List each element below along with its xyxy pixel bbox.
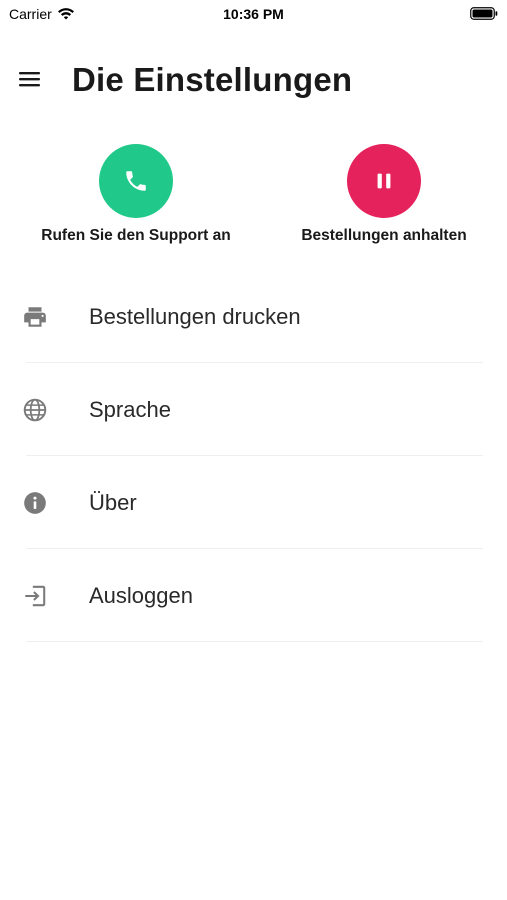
settings-item-label: Sprache xyxy=(89,397,171,422)
globe-icon xyxy=(23,398,47,422)
call-support-label: Rufen Sie den Support an xyxy=(41,227,231,244)
header: Die Einstellungen xyxy=(0,58,507,102)
info-icon xyxy=(24,492,46,514)
battery-icon xyxy=(470,7,498,20)
settings-item-logout[interactable]: Ausloggen xyxy=(0,549,507,642)
logout-icon xyxy=(25,585,46,607)
settings-list: Bestellungen drucken Sprache Über Auslog… xyxy=(0,270,507,642)
settings-item-label: Über xyxy=(89,490,137,515)
settings-item-about[interactable]: Über xyxy=(0,456,507,549)
hamburger-menu-icon[interactable] xyxy=(18,69,42,89)
pause-orders-circle[interactable] xyxy=(347,144,421,218)
pause-orders-label: Bestellungen anhalten xyxy=(301,227,467,244)
status-bar: Carrier 10:36 PM xyxy=(0,0,507,30)
pause-orders-button[interactable]: Bestellungen anhalten xyxy=(264,144,504,245)
settings-item-print-orders[interactable]: Bestellungen drucken xyxy=(0,270,507,363)
quick-actions: Rufen Sie den Support an Bestellungen an… xyxy=(0,144,507,254)
pause-icon xyxy=(377,173,391,189)
phone-icon xyxy=(126,171,146,191)
divider xyxy=(26,641,483,642)
settings-item-label: Bestellungen drucken xyxy=(89,304,301,329)
status-time: 10:36 PM xyxy=(223,6,284,22)
printer-icon xyxy=(24,307,46,327)
settings-item-language[interactable]: Sprache xyxy=(0,363,507,456)
call-support-button[interactable]: Rufen Sie den Support an xyxy=(16,144,256,245)
page-title: Die Einstellungen xyxy=(72,61,353,98)
settings-item-label: Ausloggen xyxy=(89,583,193,608)
call-support-circle[interactable] xyxy=(99,144,173,218)
